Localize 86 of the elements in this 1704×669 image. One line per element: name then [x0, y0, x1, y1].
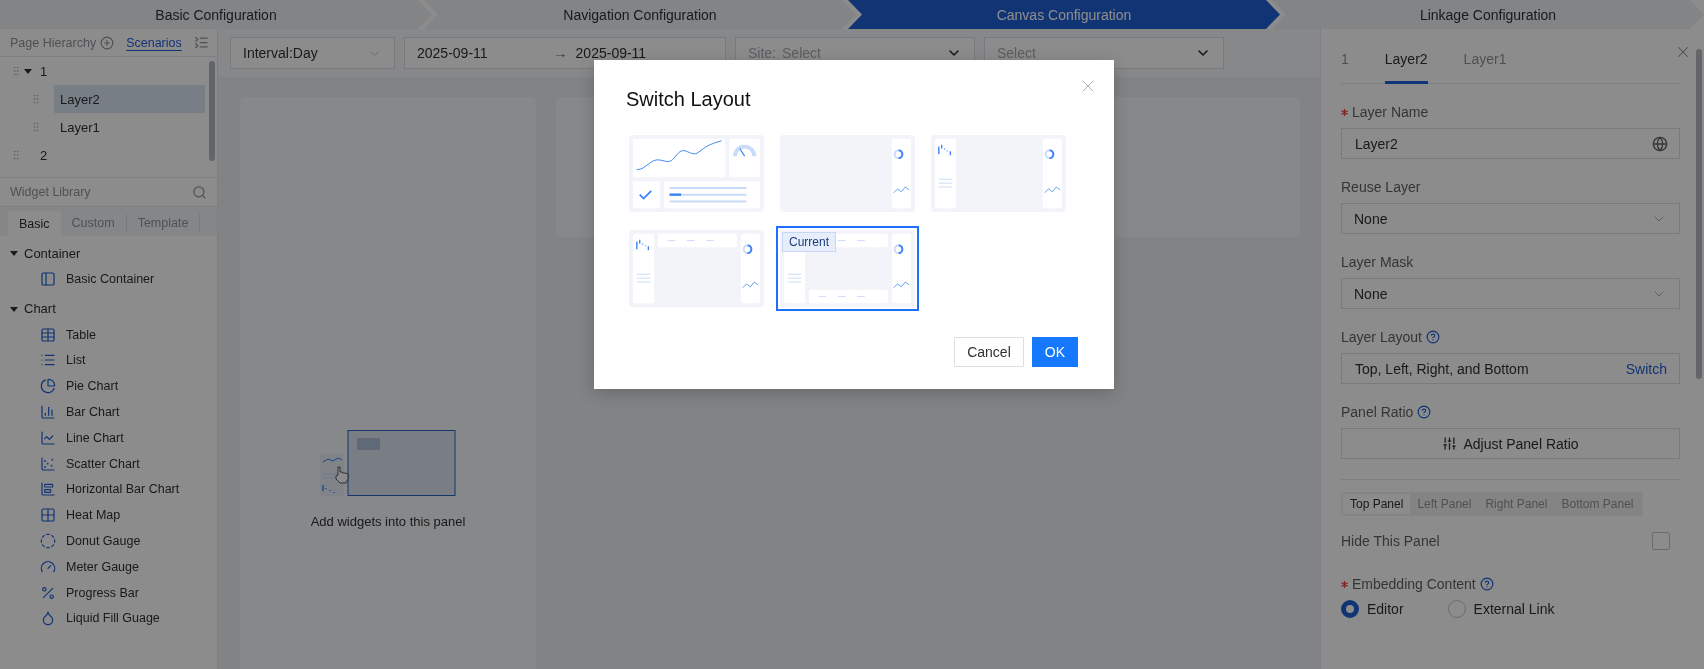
scatter-chart-icon	[40, 455, 56, 472]
radio-label[interactable]: Editor	[1367, 601, 1404, 617]
dialog-title: Switch Layout	[626, 88, 752, 111]
gauge-icon	[40, 558, 56, 575]
checkbox[interactable]	[1652, 532, 1670, 550]
widget-item[interactable]: Horizontal Bar Chart	[66, 482, 180, 497]
field-label: Layer Layout	[1341, 329, 1422, 345]
sliders-icon	[1442, 436, 1458, 451]
widget-item[interactable]: Basic Container	[66, 271, 155, 286]
tree-item[interactable]: Layer1	[54, 113, 100, 141]
widget-item[interactable]: Meter Gauge	[66, 559, 139, 574]
scrollbar-thumb[interactable]	[1696, 49, 1702, 379]
radio-button[interactable]	[1447, 600, 1466, 618]
field-label: Layer Mask	[1341, 254, 1414, 270]
section-title: Widget Library	[10, 185, 91, 199]
interval-select[interactable]: Interval:Day	[230, 37, 395, 69]
help-icon[interactable]	[1479, 577, 1494, 591]
collapse-icon[interactable]	[194, 35, 209, 50]
current-badge: Current	[782, 232, 836, 252]
widget-item[interactable]: Donut Gauge	[66, 534, 141, 549]
date-separator: →	[553, 45, 568, 61]
ok-button[interactable]: OK	[1031, 337, 1078, 367]
pie-chart-icon	[40, 378, 56, 395]
widget-item[interactable]: Progress Bar	[66, 585, 139, 600]
panel-icon	[40, 270, 56, 287]
layer-tab[interactable]: Layer2	[1384, 51, 1428, 84]
field-label: Reuse Layer	[1341, 179, 1421, 195]
grid-icon	[40, 507, 56, 524]
empty-state-text: Add widgets into this panel	[310, 514, 466, 529]
reuse-layer-select[interactable]: None	[1341, 203, 1680, 234]
horizontal-bar-chart-icon	[40, 481, 56, 498]
radio-button[interactable]	[1341, 600, 1359, 618]
widget-item[interactable]: Bar Chart	[66, 405, 120, 420]
step-tab[interactable]: Navigation Configuration	[424, 0, 856, 29]
caret-down-icon[interactable]	[10, 304, 18, 313]
scrollbar-thumb[interactable]	[209, 61, 215, 161]
field-label: Embedding Content	[1352, 576, 1476, 592]
widget-item[interactable]: Heat Map	[66, 508, 121, 523]
caret-down-icon[interactable]	[24, 67, 32, 75]
group-label[interactable]: Chart	[24, 301, 56, 317]
widget-item[interactable]: Scatter Chart	[66, 456, 140, 471]
drag-handle-icon[interactable]	[10, 149, 22, 161]
caret-down-icon[interactable]	[10, 249, 18, 257]
group-label[interactable]: Container	[24, 245, 81, 261]
tree-item[interactable]: 1	[34, 57, 48, 85]
drag-handle-icon[interactable]	[10, 65, 22, 77]
step-tab[interactable]: Canvas Configuration	[848, 0, 1280, 29]
droplet-icon	[40, 610, 56, 627]
layer-mask-select[interactable]: None	[1341, 278, 1680, 309]
widget-item[interactable]: List	[66, 353, 86, 368]
help-icon[interactable]	[1417, 405, 1432, 419]
radio-label[interactable]: External Link	[1473, 601, 1555, 617]
field-label: Layer Name	[1352, 104, 1429, 120]
adjust-panel-ratio-button[interactable]: Adjust Panel Ratio	[1341, 428, 1680, 459]
widget-item[interactable]: Liquid Fill Guage	[66, 611, 160, 626]
date-range-field[interactable]: 2025-09-11 → 2025-09-11	[404, 37, 726, 69]
library-tab[interactable]: Basic	[8, 211, 61, 236]
widget-item[interactable]: Line Chart	[66, 430, 124, 445]
table-icon	[40, 326, 56, 343]
search-icon[interactable]	[192, 184, 207, 200]
drag-handle-icon[interactable]	[30, 121, 42, 133]
widget-item[interactable]: Table	[66, 327, 96, 342]
start-date: 2025-09-11	[417, 45, 488, 61]
field-label: Panel Ratio	[1341, 404, 1414, 420]
panel-tab[interactable]: Top Panel	[1343, 494, 1411, 514]
line-chart-icon	[40, 429, 56, 446]
layout-option[interactable]: Current	[776, 226, 919, 311]
panel-tab[interactable]: Scenarios	[126, 35, 182, 50]
layout-value: Top, Left, Right, and Bottom	[1355, 360, 1529, 377]
step-tab[interactable]: Linkage Configuration	[1272, 0, 1704, 29]
bar-chart-icon	[40, 404, 56, 421]
tree-item[interactable]: Layer2	[54, 85, 205, 113]
dashed-circle-icon	[40, 533, 56, 550]
tree-item[interactable]: 2	[34, 141, 48, 169]
field-label: Hide This Panel	[1341, 533, 1440, 549]
help-icon[interactable]	[1425, 330, 1440, 344]
step-tab[interactable]: Basic Configuration	[0, 0, 432, 29]
percent-icon	[40, 584, 56, 601]
drag-handle-icon[interactable]	[30, 93, 42, 105]
add-icon[interactable]	[100, 35, 115, 50]
widget-item[interactable]: Pie Chart	[66, 379, 119, 394]
cancel-button[interactable]: Cancel	[954, 337, 1024, 367]
layer-name-field[interactable]: Layer2	[1341, 128, 1680, 159]
globe-icon[interactable]	[1652, 136, 1668, 152]
end-date: 2025-09-11	[575, 45, 647, 61]
switch-link[interactable]: Switch	[1625, 360, 1667, 377]
